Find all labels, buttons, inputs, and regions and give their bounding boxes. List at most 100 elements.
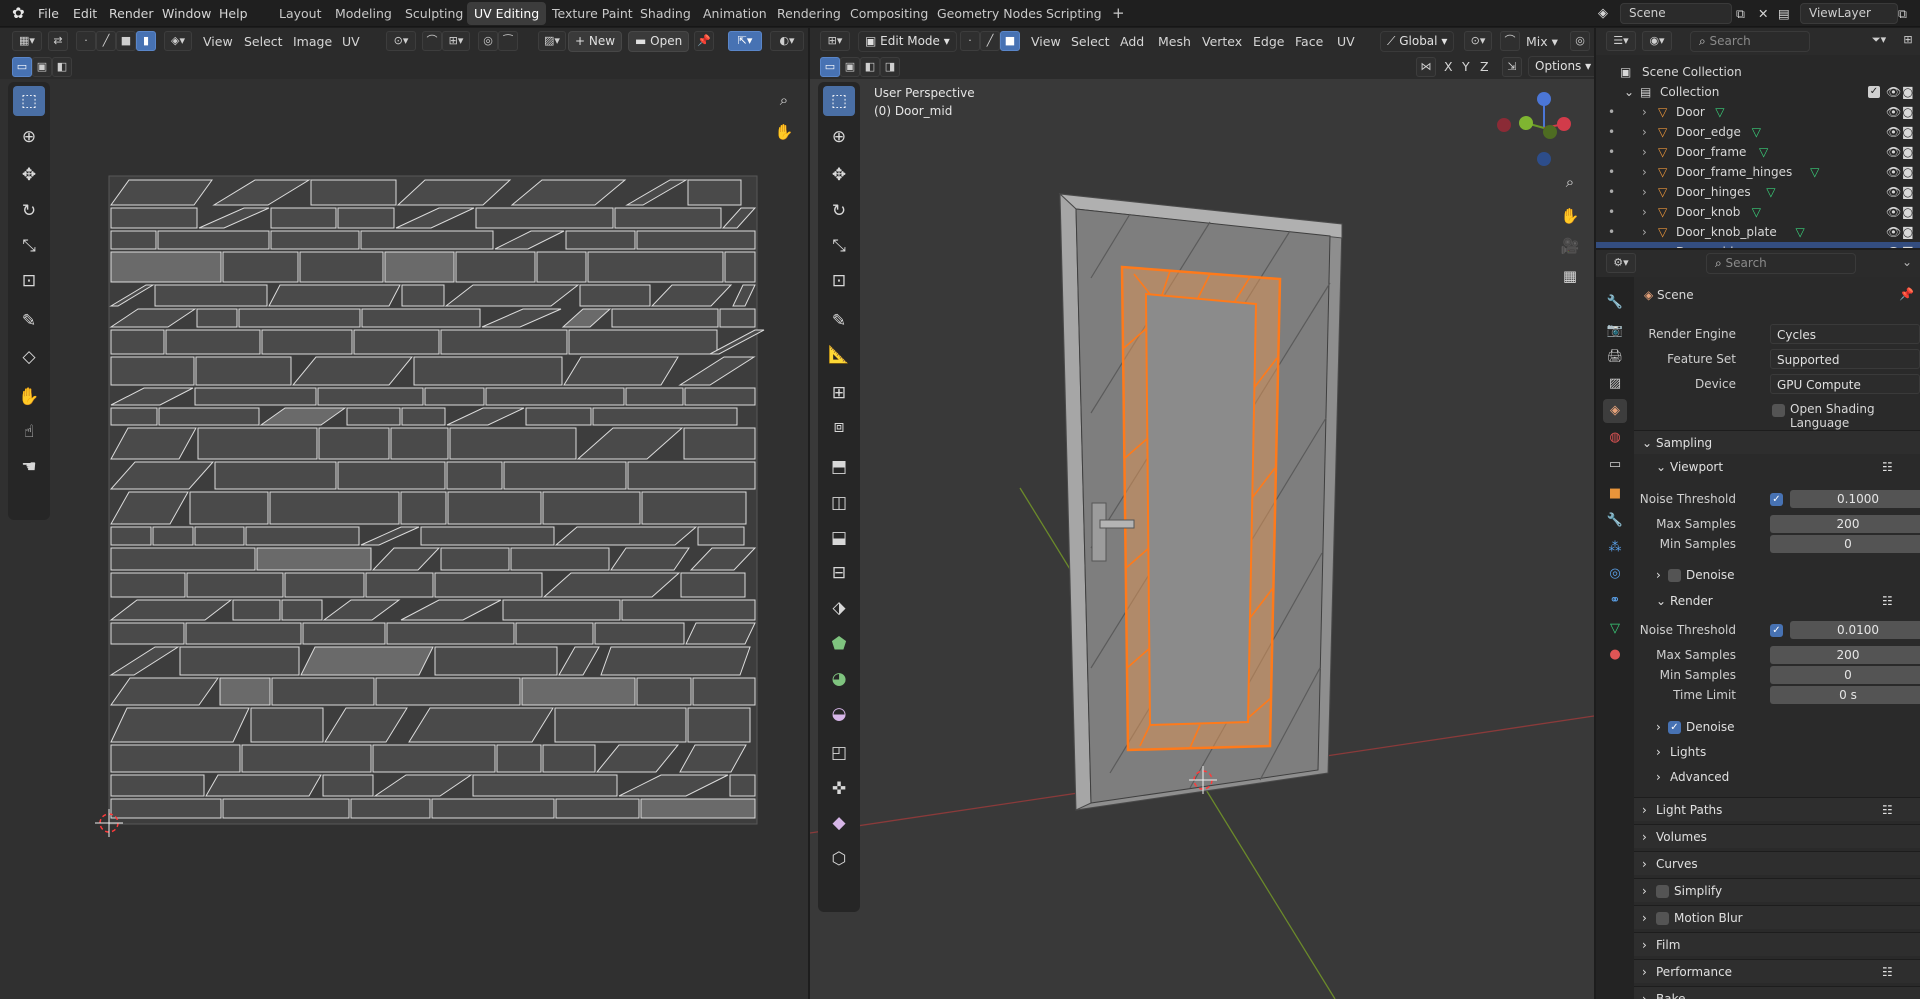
view-layer-tab-icon[interactable]: ▨ [1603, 372, 1627, 396]
transform-orientation-selector[interactable]: ⟋ Global ▾ [1380, 31, 1455, 52]
panel-checkbox[interactable] [1656, 885, 1669, 898]
uv-island[interactable] [110, 572, 186, 598]
dot-icon[interactable]: • [1608, 182, 1615, 202]
uv-island[interactable] [724, 251, 756, 283]
uv-island[interactable] [554, 526, 698, 546]
uv-island[interactable] [222, 251, 299, 283]
vp-menu-vertex[interactable]: Vertex [1202, 28, 1242, 55]
collection-checkbox[interactable]: ✓ [1868, 86, 1880, 98]
panel-checkbox[interactable] [1656, 912, 1669, 925]
uv-island[interactable] [683, 427, 756, 460]
knife-tool-icon[interactable]: ⬗ [823, 593, 855, 623]
vp-move-tool-icon[interactable]: ✥ [823, 160, 855, 190]
dot-icon[interactable]: • [1608, 222, 1615, 242]
pin-context-icon[interactable]: 📌 [1899, 287, 1914, 301]
viewport-presets-icon[interactable]: ☷ [1882, 455, 1893, 479]
uv-island[interactable] [386, 622, 515, 645]
dot-icon[interactable]: • [1608, 102, 1615, 122]
uv-island[interactable] [455, 251, 536, 283]
viewport-editor-type-icon[interactable]: ⊞▾ [820, 31, 850, 51]
uv-island[interactable] [375, 677, 521, 706]
uv-island[interactable] [110, 179, 213, 206]
pivot-point-icon[interactable]: ⊙▾ [1464, 31, 1492, 51]
uv-island[interactable] [318, 427, 390, 460]
uv-island[interactable] [261, 329, 353, 355]
camera-view-icon[interactable]: 🎥 [1556, 232, 1584, 260]
uv-island[interactable] [408, 707, 554, 743]
uv-island[interactable] [222, 798, 350, 819]
mesh-data-icon[interactable]: ▽ [1744, 242, 1753, 248]
data-tab-icon[interactable]: ▽ [1603, 617, 1627, 641]
render-camera-icon[interactable]: ◙ [1902, 242, 1914, 248]
render-camera-icon[interactable]: ◙ [1902, 162, 1914, 182]
mesh-data-icon[interactable]: ▽ [1759, 142, 1768, 162]
r-noise-field[interactable]: 0.0100 [1790, 621, 1920, 639]
collection-row[interactable]: ⌄ ▤ Collection ✓ 👁 ◙ [1596, 82, 1920, 102]
dot-icon[interactable]: • [1608, 142, 1615, 162]
panel-simplify[interactable]: › Simplify [1634, 878, 1920, 902]
uv-island[interactable] [110, 356, 195, 386]
new-collection-icon[interactable]: ⊞ [1898, 31, 1918, 51]
uv-island[interactable] [536, 251, 587, 283]
r-noise-checkbox[interactable]: ✓ [1770, 624, 1783, 637]
tab-layout[interactable]: Layout [272, 2, 329, 25]
outliner-row-door-hinges[interactable]: • › ▽ Door_hinges ▽ 👁 ◙ [1596, 182, 1920, 202]
uv-island[interactable] [431, 798, 555, 819]
mirror-z-toggle[interactable]: Z [1480, 53, 1489, 80]
uv-island[interactable] [413, 356, 563, 386]
expand-chevron-icon[interactable]: › [1642, 162, 1647, 182]
uv-island[interactable] [685, 622, 756, 645]
uv-island[interactable] [110, 798, 222, 819]
expand-chevron-icon[interactable]: › [1642, 202, 1647, 222]
uv-island[interactable] [350, 798, 431, 819]
panel-light-paths[interactable]: › Light Paths ☷ [1634, 797, 1920, 821]
vp-scale-tool-icon[interactable]: ⤡ [823, 231, 855, 261]
uv-island[interactable] [420, 526, 555, 546]
face-select-icon[interactable]: ■ [1000, 31, 1020, 51]
outliner-row-door-mid[interactable]: ▣ › ▽ Door_mid ▽ 👁◙ [1596, 242, 1920, 248]
vp-menu-mesh[interactable]: Mesh [1158, 28, 1191, 55]
uv-island[interactable] [641, 491, 747, 525]
uv-island[interactable] [361, 308, 481, 328]
uv-island[interactable] [317, 387, 424, 406]
vp-menu-select[interactable]: Select [1071, 28, 1110, 55]
uv-island[interactable] [245, 526, 360, 546]
outliner-row-door-edge[interactable]: • › ▽ Door_edge ▽ 👁 ◙ [1596, 122, 1920, 142]
uv-island[interactable] [214, 461, 337, 490]
uv-island[interactable] [269, 491, 400, 525]
uv-island[interactable] [592, 407, 738, 426]
add-workspace-button[interactable]: + [1105, 2, 1132, 25]
uv-island[interactable] [337, 461, 446, 490]
tab-uv-editing[interactable]: UV Editing [467, 2, 547, 25]
uv-island[interactable] [179, 646, 300, 676]
collapse-chevron-icon[interactable]: ⌄ [1624, 82, 1634, 102]
render-tab-icon[interactable]: 📷 [1603, 319, 1627, 343]
uv-island[interactable] [152, 526, 194, 546]
output-tab-icon[interactable]: 🖨 [1603, 345, 1627, 369]
shear-tool-icon[interactable]: ◆ [823, 808, 855, 838]
uv-island[interactable] [337, 207, 395, 229]
render-camera-icon[interactable]: ◙ [1902, 102, 1914, 122]
vp-select-subtract-icon[interactable]: ◧ [860, 57, 880, 77]
vp-denoise-subpanel[interactable]: › Denoise [1634, 563, 1920, 587]
panel-presets-icon[interactable]: ☷ [1882, 798, 1893, 822]
display-mode-icon[interactable]: ◉▾ [1642, 31, 1672, 51]
uv-island[interactable] [579, 284, 651, 307]
uv-island[interactable] [692, 677, 756, 706]
uv-island[interactable] [521, 677, 636, 706]
r-max-field[interactable]: 200 [1770, 646, 1920, 664]
expand-chevron-icon[interactable]: › [1642, 122, 1647, 142]
uv-island[interactable] [110, 251, 222, 283]
uv-island[interactable] [600, 646, 751, 676]
panel-bake[interactable]: › Bake [1634, 986, 1920, 999]
panel-performance[interactable]: › Performance ☷ [1634, 959, 1920, 983]
inset-tool-icon[interactable]: ◫ [823, 488, 855, 518]
auto-merge-icon[interactable]: ⇲ [1502, 57, 1522, 77]
uv-island[interactable] [110, 207, 198, 229]
view-layer-icon[interactable]: ▤ [1778, 0, 1790, 27]
tab-compositing[interactable]: Compositing [843, 2, 935, 25]
edge-select-icon[interactable]: ╱ [980, 31, 1000, 51]
mesh-data-icon[interactable]: ▽ [1796, 222, 1805, 242]
outliner-type-icon[interactable]: ☰▾ [1606, 31, 1636, 51]
uv-island[interactable] [238, 308, 361, 328]
